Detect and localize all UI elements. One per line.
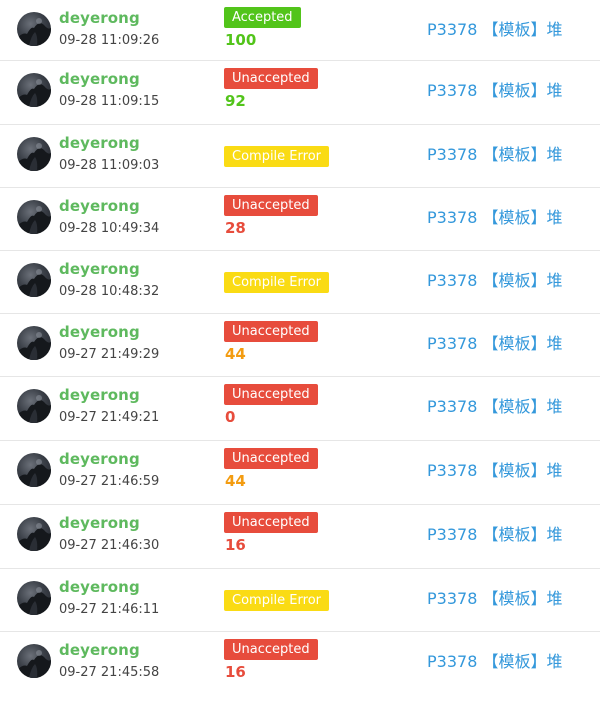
status-badge[interactable]: Compile Error: [224, 272, 329, 293]
score-value: 100: [225, 31, 257, 49]
submission-row[interactable]: deyerong 09-27 21:46:11 Compile Error P3378…: [0, 569, 600, 632]
status-badge[interactable]: Unaccepted: [224, 639, 318, 660]
problem-link[interactable]: P3378 【模板】堆: [427, 461, 562, 481]
username-link[interactable]: deyerong: [59, 197, 140, 215]
username-link[interactable]: deyerong: [59, 578, 140, 596]
submit-time: 09-28 10:49:34: [59, 221, 160, 236]
username-link[interactable]: deyerong: [59, 514, 140, 532]
submit-time: 09-27 21:46:59: [59, 474, 160, 489]
submission-row[interactable]: deyerong 09-27 21:46:30 Unaccepted 16 P3378 …: [0, 505, 600, 569]
score-value: 28: [225, 219, 246, 237]
submission-row[interactable]: deyerong 09-28 10:48:32 Compile Error P3378…: [0, 251, 600, 314]
problem-link[interactable]: P3378 【模板】堆: [427, 208, 562, 228]
username-link[interactable]: deyerong: [59, 641, 140, 659]
username-link[interactable]: deyerong: [59, 386, 140, 404]
submission-row[interactable]: deyerong 09-27 21:46:59 Unaccepted 44 P3378 …: [0, 441, 600, 505]
username-link[interactable]: deyerong: [59, 134, 140, 152]
submit-time: 09-27 21:45:58: [59, 665, 160, 680]
status-badge[interactable]: Unaccepted: [224, 195, 318, 216]
username-link[interactable]: deyerong: [59, 9, 140, 27]
submit-time: 09-27 21:46:30: [59, 538, 160, 553]
submission-row[interactable]: deyerong 09-28 11:09:15 Unaccepted 92 P3378 …: [0, 61, 600, 125]
score-value: 44: [225, 345, 246, 363]
problem-link[interactable]: P3378 【模板】堆: [427, 525, 562, 545]
score-value: 44: [225, 472, 246, 490]
submission-row[interactable]: deyerong 09-28 11:09:03 Compile Error P3378…: [0, 125, 600, 188]
score-value: 16: [225, 536, 246, 554]
submit-time: 09-27 21:49:21: [59, 410, 160, 425]
problem-link[interactable]: P3378 【模板】堆: [427, 589, 562, 609]
avatar[interactable]: [17, 12, 51, 46]
submission-row[interactable]: deyerong 09-27 21:45:58 Unaccepted 16 P3378 …: [0, 632, 600, 695]
status-badge[interactable]: Unaccepted: [224, 384, 318, 405]
submit-time: 09-27 21:49:29: [59, 347, 160, 362]
submit-time: 09-28 11:09:03: [59, 158, 160, 173]
problem-link[interactable]: P3378 【模板】堆: [427, 145, 562, 165]
problem-link[interactable]: P3378 【模板】堆: [427, 334, 562, 354]
submission-row[interactable]: deyerong 09-27 21:49:21 Unaccepted 0 P3378 【…: [0, 377, 600, 441]
submit-time: 09-28 10:48:32: [59, 284, 160, 299]
avatar[interactable]: [17, 73, 51, 107]
username-link[interactable]: deyerong: [59, 323, 140, 341]
username-link[interactable]: deyerong: [59, 70, 140, 88]
status-badge[interactable]: Accepted: [224, 7, 301, 28]
score-value: 92: [225, 92, 246, 110]
username-link[interactable]: deyerong: [59, 450, 140, 468]
problem-link[interactable]: P3378 【模板】堆: [427, 81, 562, 101]
avatar[interactable]: [17, 200, 51, 234]
status-badge[interactable]: Unaccepted: [224, 68, 318, 89]
avatar[interactable]: [17, 389, 51, 423]
problem-link[interactable]: P3378 【模板】堆: [427, 271, 562, 291]
avatar[interactable]: [17, 263, 51, 297]
submit-time: 09-27 21:46:11: [59, 602, 160, 617]
avatar[interactable]: [17, 326, 51, 360]
status-badge[interactable]: Compile Error: [224, 590, 329, 611]
problem-link[interactable]: P3378 【模板】堆: [427, 20, 562, 40]
avatar[interactable]: [17, 137, 51, 171]
problem-link[interactable]: P3378 【模板】堆: [427, 397, 562, 417]
avatar[interactable]: [17, 644, 51, 678]
score-value: 16: [225, 663, 246, 681]
submission-row[interactable]: deyerong 09-28 10:49:34 Unaccepted 28 P3378 …: [0, 188, 600, 251]
status-badge[interactable]: Unaccepted: [224, 512, 318, 533]
submission-row[interactable]: deyerong 09-27 21:49:29 Unaccepted 44 P3378 …: [0, 314, 600, 377]
avatar[interactable]: [17, 517, 51, 551]
submission-row[interactable]: deyerong 09-28 11:09:26 Accepted 100 P3378 【…: [0, 0, 600, 61]
username-link[interactable]: deyerong: [59, 260, 140, 278]
avatar[interactable]: [17, 453, 51, 487]
submit-time: 09-28 11:09:15: [59, 94, 160, 109]
avatar[interactable]: [17, 581, 51, 615]
status-badge[interactable]: Compile Error: [224, 146, 329, 167]
problem-link[interactable]: P3378 【模板】堆: [427, 652, 562, 672]
status-badge[interactable]: Unaccepted: [224, 321, 318, 342]
score-value: 0: [225, 408, 236, 426]
submission-list: deyerong 09-28 11:09:26 Accepted 100 P3378 【…: [0, 0, 600, 695]
submit-time: 09-28 11:09:26: [59, 33, 160, 48]
status-badge[interactable]: Unaccepted: [224, 448, 318, 469]
